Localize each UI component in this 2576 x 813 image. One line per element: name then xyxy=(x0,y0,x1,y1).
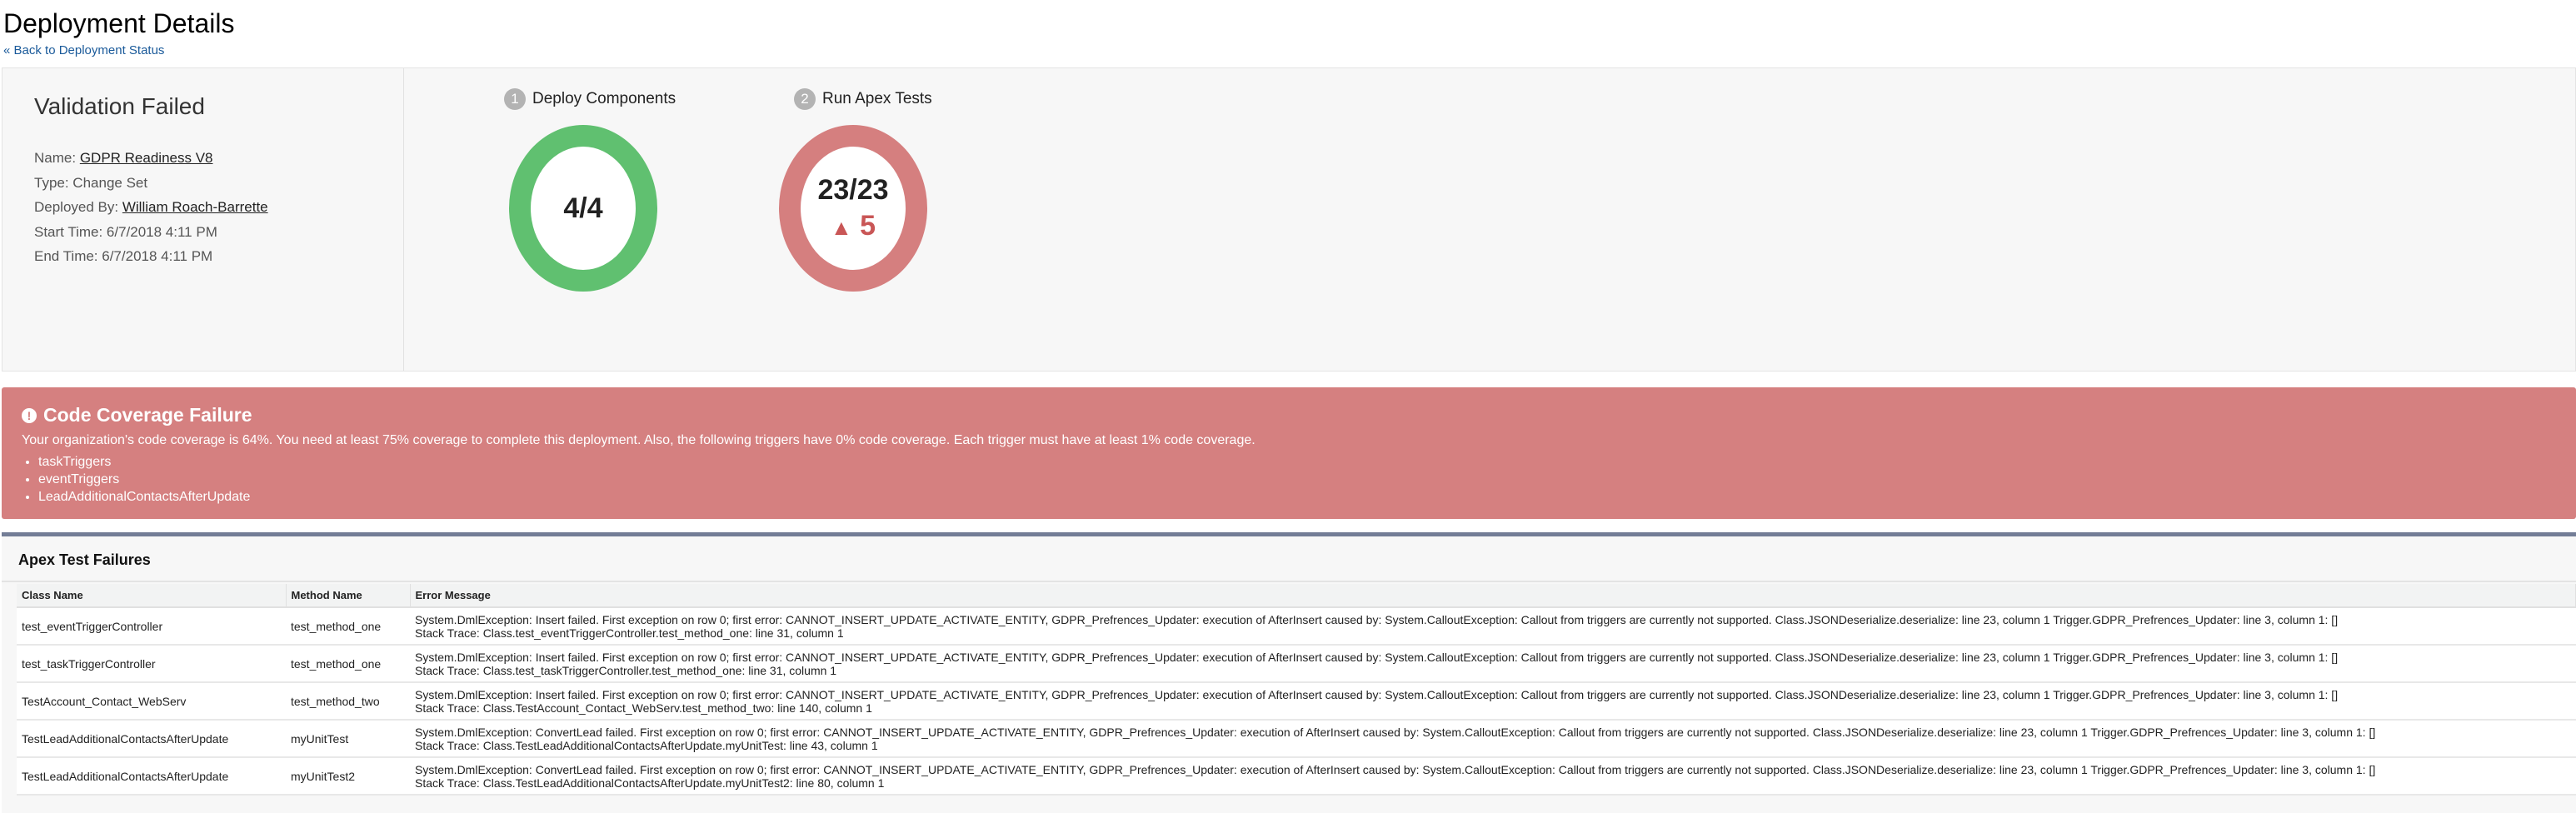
back-to-deployment-status-link[interactable]: « Back to Deployment Status xyxy=(3,43,164,57)
page-title: Deployment Details xyxy=(3,8,235,38)
apex-test-failures-section: Apex Test Failures Class Name Method Nam… xyxy=(2,532,2576,813)
end-time: End Time: 6/7/2018 4:11 PM xyxy=(34,248,213,264)
deploy-components-count: 4/4 xyxy=(563,192,603,224)
table-row: TestLeadAdditionalContactsAfterUpdate my… xyxy=(17,757,2576,796)
apex-test-failures: ▲ 5 xyxy=(831,210,876,242)
stack-trace: Stack Trace: Class.TestLeadAdditionalCon… xyxy=(415,738,878,752)
error-message-cell: System.DmlException: ConvertLead failed.… xyxy=(410,757,2576,796)
type-row: Type: Change Set xyxy=(34,175,148,191)
class-name-cell: TestAccount_Contact_WebServ xyxy=(17,682,286,721)
name-row: Name: GDPR Readiness V8 xyxy=(34,150,213,167)
column-header-class-name[interactable]: Class Name xyxy=(17,584,287,608)
deployed-by-row: Deployed By: William Roach-Barrette xyxy=(34,199,268,216)
section-title: Apex Test Failures xyxy=(2,536,2576,582)
class-name-cell: test_taskTriggerController xyxy=(17,645,286,683)
column-header-error-message[interactable]: Error Message xyxy=(410,584,2576,608)
step-label: Run Apex Tests xyxy=(822,90,932,107)
trigger-item: eventTriggers xyxy=(38,471,2556,488)
warning-icon: ▲ xyxy=(830,215,852,240)
table-row: TestAccount_Contact_WebServ test_method_… xyxy=(17,682,2576,721)
failures-table: Class Name Method Name Error Message tes… xyxy=(17,584,2576,796)
failure-count: 5 xyxy=(860,210,876,242)
table-row: test_eventTriggerController test_method_… xyxy=(17,607,2576,646)
error-message-cell: System.DmlException: Insert failed. Firs… xyxy=(410,682,2576,721)
class-name-cell: TestLeadAdditionalContactsAfterUpdate xyxy=(17,757,286,796)
error-text: System.DmlException: ConvertLead failed.… xyxy=(415,762,2376,776)
error-message-cell: System.DmlException: Insert failed. Firs… xyxy=(410,607,2576,646)
class-name-cell: TestLeadAdditionalContactsAfterUpdate xyxy=(17,720,286,758)
stack-trace: Stack Trace: Class.TestLeadAdditionalCon… xyxy=(415,776,885,790)
error-text: System.DmlException: Insert failed. Firs… xyxy=(415,687,2339,701)
start-time: Start Time: 6/7/2018 4:11 PM xyxy=(34,224,217,240)
error-text: System.DmlException: Insert failed. Firs… xyxy=(415,612,2339,626)
error-message-cell: System.DmlException: Insert failed. Firs… xyxy=(410,645,2576,683)
step-number-badge: 1 xyxy=(504,88,526,110)
exclamation-icon: ! xyxy=(22,407,37,423)
deploy-components-progress-ring: 4/4 xyxy=(509,125,657,292)
step-deploy-components: 1 Deploy Components xyxy=(504,88,676,110)
table-row: TestLeadAdditionalContactsAfterUpdate my… xyxy=(17,720,2576,758)
error-text: System.DmlException: ConvertLead failed.… xyxy=(415,725,2376,739)
banner-title: Code Coverage Failure xyxy=(43,404,252,426)
error-text: System.DmlException: Insert failed. Firs… xyxy=(415,650,2339,664)
method-name-cell: myUnitTest xyxy=(286,720,410,758)
code-coverage-failure-banner: ! Code Coverage Failure Your organization… xyxy=(2,387,2576,519)
banner-message: Your organization's code coverage is 64%… xyxy=(22,433,1256,447)
step-number-badge: 2 xyxy=(794,88,816,110)
column-header-method-name[interactable]: Method Name xyxy=(286,584,411,608)
trigger-list: taskTriggers eventTriggers LeadAdditiona… xyxy=(38,453,2556,506)
apex-tests-count: 23/23 xyxy=(817,174,889,206)
apex-tests-progress-ring: 23/23 ▲ 5 xyxy=(779,125,927,292)
method-name-cell: test_method_two xyxy=(286,682,410,721)
deployment-summary-panel: Validation Failed Name: GDPR Readiness V… xyxy=(2,67,2576,372)
method-name-cell: myUnitTest2 xyxy=(286,757,410,796)
validation-status: Validation Failed xyxy=(34,93,205,119)
method-name-cell: test_method_one xyxy=(286,645,410,683)
stack-trace: Stack Trace: Class.test_eventTriggerCont… xyxy=(415,626,844,640)
step-label: Deploy Components xyxy=(532,90,676,107)
trigger-item: taskTriggers xyxy=(38,453,2556,471)
class-name-cell: test_eventTriggerController xyxy=(17,607,286,646)
deployed-by-user-link[interactable]: William Roach-Barrette xyxy=(122,199,268,215)
method-name-cell: test_method_one xyxy=(286,607,410,646)
table-row: test_taskTriggerController test_method_o… xyxy=(17,645,2576,683)
error-message-cell: System.DmlException: ConvertLead failed.… xyxy=(410,720,2576,758)
deployed-by-label: Deployed By: xyxy=(34,199,119,215)
trigger-item: LeadAdditionalContactsAfterUpdate xyxy=(38,488,2556,506)
stack-trace: Stack Trace: Class.TestAccount_Contact_W… xyxy=(415,701,872,715)
name-label: Name: xyxy=(34,150,77,166)
stack-trace: Stack Trace: Class.test_taskTriggerContr… xyxy=(415,663,837,677)
deployment-info: Validation Failed Name: GDPR Readiness V… xyxy=(2,68,404,371)
step-run-apex-tests: 2 Run Apex Tests xyxy=(794,88,932,110)
deployment-name-link[interactable]: GDPR Readiness V8 xyxy=(80,150,213,166)
